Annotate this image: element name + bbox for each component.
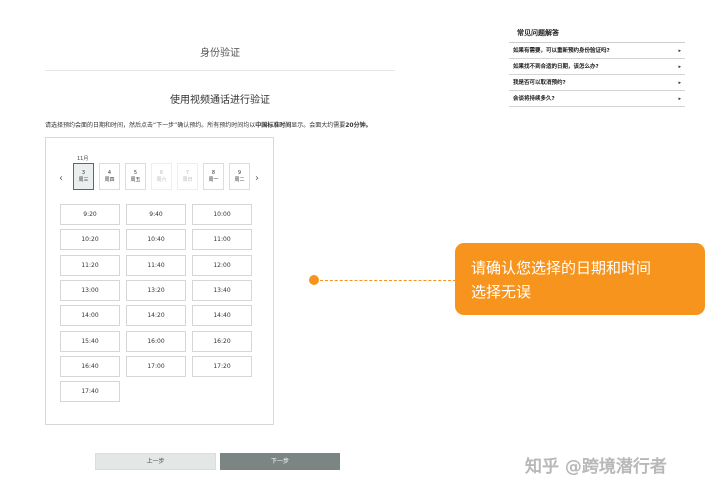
date-day: 7: [185, 170, 190, 176]
annotation-callout: 请确认您选择的日期和时间 选择无误: [455, 243, 705, 315]
time-slot[interactable]: 11:40: [126, 254, 186, 276]
annotation-line-1: 请确认您选择的日期和时间: [471, 259, 652, 277]
faq-panel: 常见问题解答 如果有需要，可以重新预约身份验证吗? ▸ 如果找不到合适的日期，该怎么…: [509, 24, 685, 107]
date-row: 3 周三 4 周四 5 周五 6 周六 7 周日 8 周一 9 周二: [73, 163, 253, 193]
section-title: 使用视频通话进行验证: [170, 95, 270, 106]
time-slot[interactable]: 15:40: [60, 330, 120, 352]
date-cell[interactable]: 8 周一: [203, 163, 224, 190]
time-slot[interactable]: 11:00: [192, 229, 252, 251]
watermark: 知乎 @跨境潜行者: [525, 457, 667, 477]
time-slot[interactable]: 10:20: [60, 229, 120, 251]
date-day: 3: [81, 170, 86, 176]
date-weekday: 周日: [182, 177, 193, 183]
date-cell[interactable]: 4 周四: [99, 163, 120, 190]
date-weekday: 周四: [104, 177, 115, 183]
instruction-timezone: 中国标准时间: [255, 122, 292, 129]
faq-question: 我是否可以取消预约?: [513, 80, 566, 86]
expand-arrow-icon: ▸: [678, 80, 681, 86]
time-slot[interactable]: 17:40: [60, 381, 120, 403]
time-slot[interactable]: 11:20: [60, 254, 120, 276]
date-day: 4: [107, 170, 112, 176]
time-slot[interactable]: 16:20: [192, 330, 252, 352]
calendar-panel: 11月 ‹ 3 周三 4 周四 5 周五 6 周六 7 周日 8 周一 9 周二 › 9:20 9:40 10…: [45, 137, 274, 425]
title-divider: [45, 70, 395, 71]
annotation-connector-line: [320, 280, 456, 281]
faq-list: 如果有需要，可以重新预约身份验证吗? ▸ 如果找不到合适的日期，该怎么办? ▸ 我是否可…: [509, 43, 685, 107]
date-weekday: 周三: [78, 177, 89, 183]
annotation-line-2: 选择无误: [471, 283, 532, 301]
instruction-duration: 20分钟。: [345, 122, 372, 129]
time-slot[interactable]: 10:00: [192, 204, 252, 225]
page-title: 身份验证: [200, 48, 240, 59]
time-slot[interactable]: 13:40: [192, 279, 252, 301]
date-cell[interactable]: 9 周二: [229, 163, 250, 190]
annotation-dot: [309, 275, 319, 285]
faq-item[interactable]: 如果找不到合适的日期，该怎么办? ▸: [509, 59, 685, 75]
next-week-arrow-icon[interactable]: ›: [255, 173, 259, 184]
date-weekday: 周五: [130, 177, 141, 183]
faq-title: 常见问题解答: [509, 24, 685, 43]
time-slot[interactable]: 17:00: [126, 355, 186, 377]
next-step-button[interactable]: 下一步: [220, 453, 340, 470]
faq-question: 如果有需要，可以重新预约身份验证吗?: [513, 48, 610, 54]
date-weekday: 周二: [234, 177, 245, 183]
instruction-text: 请选择预约会面的日期和时间，然后点击“下一步”确认预约。所有预约时间均以中国标准…: [45, 120, 445, 129]
time-slot[interactable]: 14:20: [126, 305, 186, 327]
date-cell: 7 周日: [177, 163, 198, 190]
time-slot[interactable]: 13:00: [60, 279, 120, 301]
faq-question: 会谈将持续多久?: [513, 96, 555, 102]
time-slot[interactable]: 16:00: [126, 330, 186, 352]
previous-step-button[interactable]: 上一步: [95, 453, 216, 470]
instruction-mid: 显示。会面大约需要: [291, 122, 346, 129]
date-day: 5: [133, 170, 138, 176]
time-slot[interactable]: 10:40: [126, 229, 186, 251]
time-slot[interactable]: 17:20: [192, 355, 252, 377]
time-slot[interactable]: 16:40: [60, 355, 120, 377]
date-day: 6: [159, 170, 164, 176]
time-slot[interactable]: 13:20: [126, 279, 186, 301]
date-cell: 6 周六: [151, 163, 172, 190]
faq-item[interactable]: 我是否可以取消预约? ▸: [509, 75, 685, 91]
date-day: 8: [211, 170, 216, 176]
date-cell[interactable]: 3 周三: [73, 163, 94, 190]
date-cell[interactable]: 5 周五: [125, 163, 146, 190]
faq-question: 如果找不到合适的日期，该怎么办?: [513, 64, 599, 70]
time-slot[interactable]: 14:00: [60, 305, 120, 327]
time-slot[interactable]: 9:20: [60, 204, 120, 225]
time-slot[interactable]: 9:40: [126, 204, 186, 225]
date-weekday: 周六: [156, 177, 167, 183]
expand-arrow-icon: ▸: [678, 48, 681, 54]
faq-item[interactable]: 如果有需要，可以重新预约身份验证吗? ▸: [509, 43, 685, 59]
date-day: 9: [237, 170, 242, 176]
prev-week-arrow-icon[interactable]: ‹: [59, 173, 63, 184]
instruction-prefix: 请选择预约会面的日期和时间，然后点击“下一步”确认预约。所有预约时间均以: [45, 122, 256, 129]
time-slot[interactable]: 12:00: [192, 254, 252, 276]
time-slot[interactable]: 14:40: [192, 305, 252, 327]
date-weekday: 周一: [208, 177, 219, 183]
expand-arrow-icon: ▸: [678, 96, 681, 102]
expand-arrow-icon: ▸: [678, 64, 681, 70]
faq-item[interactable]: 会谈将持续多久? ▸: [509, 91, 685, 107]
month-label: 11月: [77, 156, 89, 162]
